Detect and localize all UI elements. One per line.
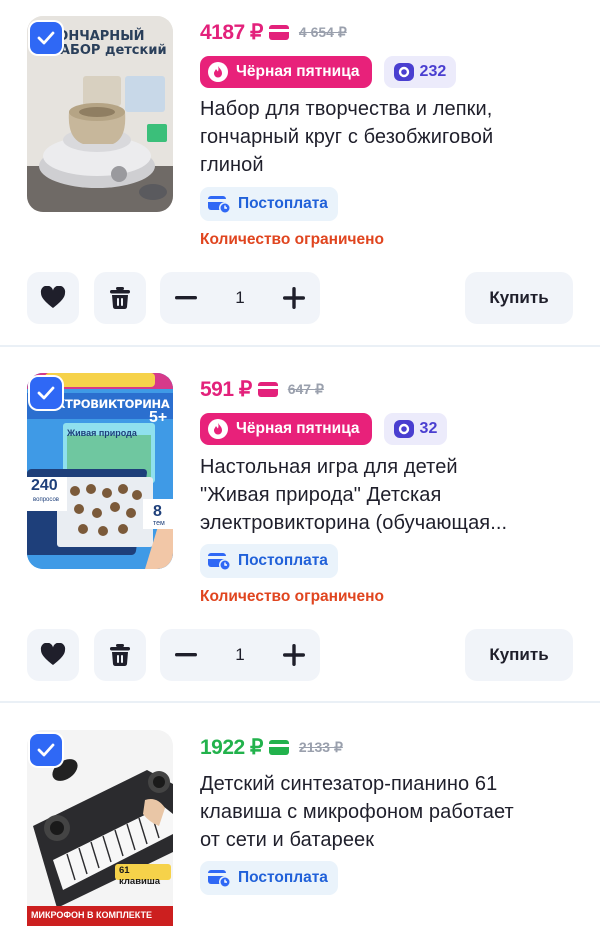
buy-button[interactable]: Купить [465,629,573,681]
stock-note: Количество ограничено [200,588,384,605]
check-icon [37,743,55,757]
postpay-card-icon [208,196,231,214]
price: 591 ₽ [200,377,252,401]
flame-icon [208,62,228,82]
item-actions: 1 Купить [27,629,573,681]
minus-icon [175,296,197,300]
heart-icon [40,643,66,665]
quantity-stepper: 1 [160,272,320,324]
trash-icon [110,287,130,310]
bonus-icon [393,63,414,81]
old-price: 4 654 ₽ [298,23,347,40]
image-topics-sub: тем [153,520,165,527]
bonus-icon [393,420,414,438]
increase-button[interactable] [268,629,320,681]
product-title[interactable]: Детский синтезатор-пианино 61 клавиша с … [200,770,575,854]
image-topics: 8 [153,503,162,520]
postpay-label: Постоплата [238,869,328,886]
item-actions: 1 Купить [27,272,573,324]
stock-note: Количество ограничено [200,231,384,248]
title-line: глиной [200,154,264,176]
bonus-value: 232 [419,63,447,80]
image-caption: ГОНЧАРНЫЙ НАБОР детский [49,29,167,58]
postpay-badge: Постоплата [200,544,338,578]
image-caption: МИКРОФОН В КОМПЛЕКТЕ [31,910,153,920]
plus-icon [283,287,305,309]
badges: Чёрная пятница 32 [200,413,448,445]
image-count: 240 [31,477,58,494]
bonus-badge: 232 [383,56,457,88]
trash-icon [110,644,130,667]
title-line: "Живая природа" Детская [200,484,442,506]
bonus-value: 32 [419,420,438,437]
image-age: 5+ [149,409,168,426]
title-line: Набор для творчества и лепки, [200,98,493,120]
price: 1922 ₽ [200,735,263,759]
divider [0,701,600,703]
delete-button[interactable] [94,272,146,324]
plus-icon [283,644,305,666]
title-line: от сети и батареек [200,829,375,851]
favorite-button[interactable] [27,272,79,324]
quantity-value: 1 [235,645,245,664]
card-icon [268,24,289,40]
bonus-badge: 32 [383,413,448,445]
favorite-button[interactable] [27,629,79,681]
postpay-card-icon [208,870,231,888]
select-checkbox[interactable] [30,734,62,766]
title-line: Настольная игра для детей [200,456,458,478]
divider [0,345,600,347]
check-icon [37,31,55,45]
increase-button[interactable] [268,272,320,324]
flame-icon [208,419,228,439]
title-line: гончарный круг с безобжиговой [200,126,494,148]
old-price: 2133 ₽ [298,738,343,755]
card-icon [257,381,278,397]
product-title[interactable]: Настольная игра для детей "Живая природа… [200,453,575,537]
postpay-badge: Постоплата [200,861,338,895]
image-badge: 61 клавиша [119,865,161,887]
old-price: 647 ₽ [287,380,324,397]
minus-icon [175,653,197,657]
black-friday-badge: Чёрная пятница [200,56,372,88]
select-checkbox[interactable] [30,377,62,409]
black-friday-badge: Чёрная пятница [200,413,372,445]
quantity-stepper: 1 [160,629,320,681]
delete-button[interactable] [94,629,146,681]
select-checkbox[interactable] [30,22,62,54]
product-title[interactable]: Набор для творчества и лепки, гончарный … [200,95,575,179]
quantity-value: 1 [235,288,245,307]
image-sub: Живая природа [67,428,137,438]
image-count-sub: вопросов [33,497,59,503]
black-friday-label: Чёрная пятница [236,63,360,80]
title-line: клавиша с микрофоном работает [200,801,514,823]
title-line: электровикторина (обучающая... [200,512,508,534]
postpay-badge: Постоплата [200,187,338,221]
buy-button[interactable]: Купить [465,272,573,324]
decrease-button[interactable] [160,629,212,681]
price-row: 4187 ₽ 4 654 ₽ [200,17,347,47]
badges: Чёрная пятница 232 [200,56,457,88]
decrease-button[interactable] [160,272,212,324]
check-icon [37,386,55,400]
price-row: 591 ₽ 647 ₽ [200,374,324,404]
card-icon [268,739,289,755]
price: 4187 ₽ [200,20,263,44]
price-row: 1922 ₽ 2133 ₽ [200,732,343,762]
black-friday-label: Чёрная пятница [236,420,360,437]
postpay-label: Постоплата [238,552,328,569]
postpay-label: Постоплата [238,195,328,212]
title-line: Детский синтезатор-пианино 61 [200,773,498,795]
postpay-card-icon [208,553,231,571]
heart-icon [40,286,66,308]
